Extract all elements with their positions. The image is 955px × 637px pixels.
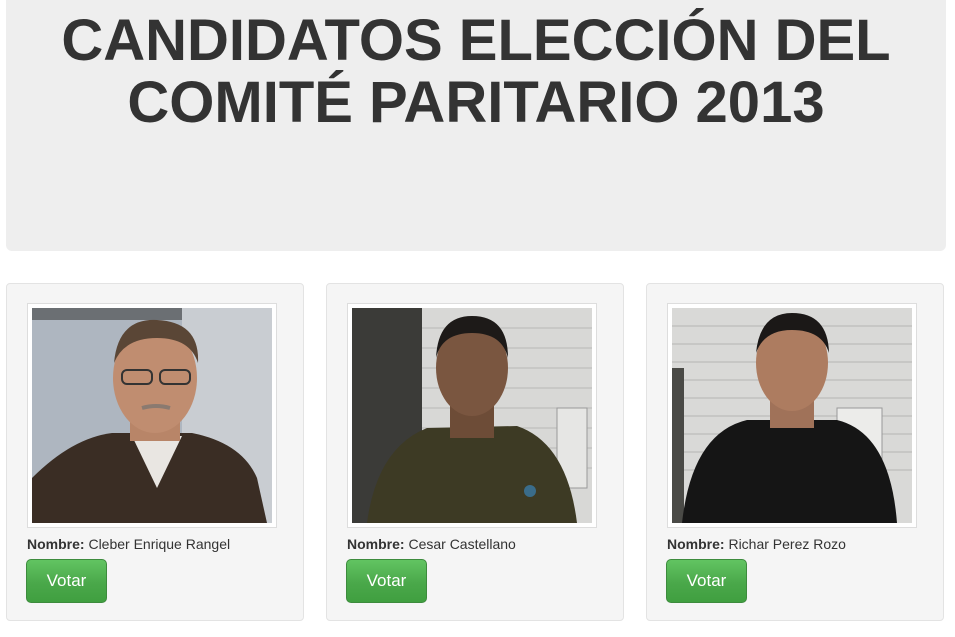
candidate-name: Nombre: Richar Perez Rozo: [667, 536, 846, 552]
candidate-photo-frame: [27, 303, 277, 528]
candidate-name: Nombre: Cesar Castellano: [347, 536, 516, 552]
candidate-photo: [352, 308, 592, 523]
candidate-photo-frame: [667, 303, 917, 528]
candidate-card: Nombre: Richar Perez Rozo Votar: [646, 283, 944, 621]
page-title: CANDIDATOS ELECCIÓN DEL COMITÉ PARITARIO…: [61, 8, 891, 135]
candidate-photo-frame: [347, 303, 597, 528]
name-label: Nombre:: [27, 536, 85, 552]
name-label: Nombre:: [347, 536, 405, 552]
candidate-card: Nombre: Cesar Castellano Votar: [326, 283, 624, 621]
name-label: Nombre:: [667, 536, 725, 552]
candidate-photo: [32, 308, 272, 523]
name-value: Richar Perez Rozo: [728, 536, 846, 552]
header-banner: CANDIDATOS ELECCIÓN DEL COMITÉ PARITARIO…: [6, 0, 946, 251]
name-value: Cleber Enrique Rangel: [88, 536, 231, 552]
name-value: Cesar Castellano: [408, 536, 516, 552]
vote-button[interactable]: Votar: [666, 559, 747, 603]
candidate-card: Nombre: Cleber Enrique Rangel Votar: [6, 283, 304, 621]
candidate-name: Nombre: Cleber Enrique Rangel: [27, 536, 230, 552]
vote-button[interactable]: Votar: [26, 559, 107, 603]
candidate-photo: [672, 308, 912, 523]
vote-button[interactable]: Votar: [346, 559, 427, 603]
